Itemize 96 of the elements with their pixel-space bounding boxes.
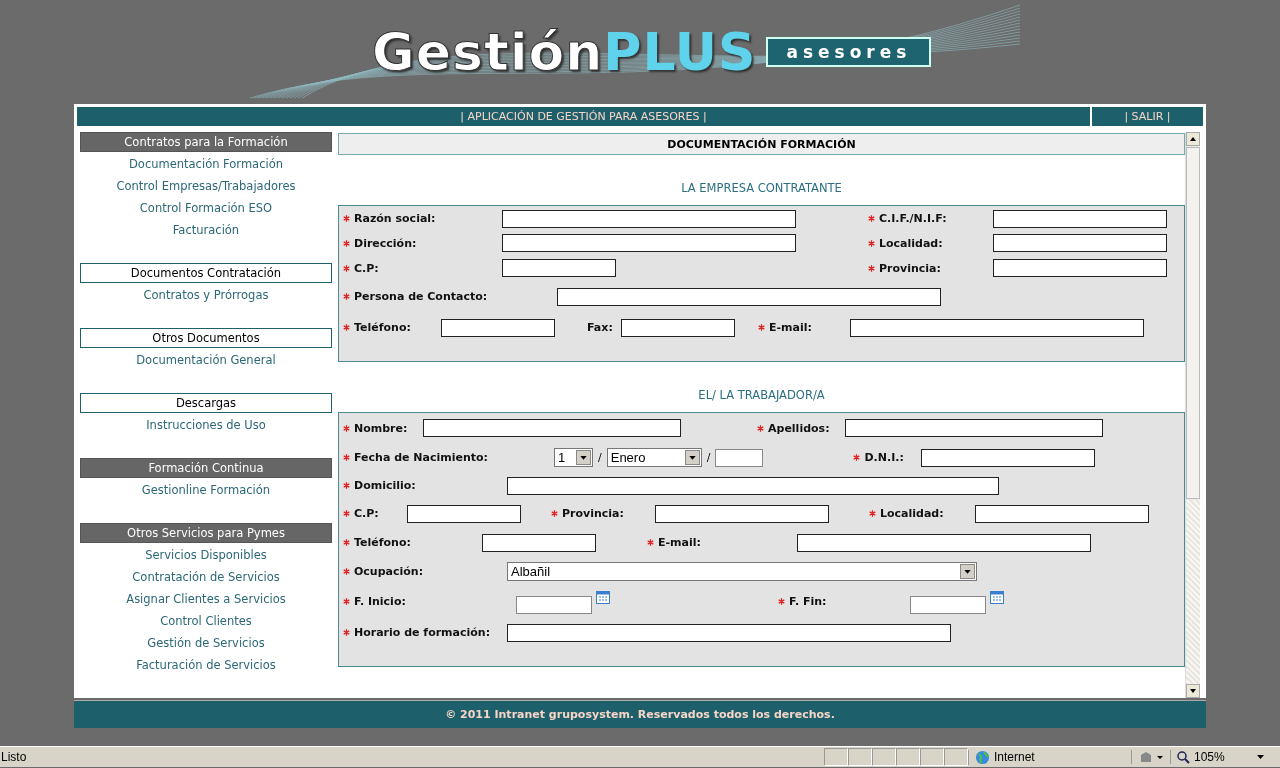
date-select[interactable]: Enero	[606, 448, 702, 467]
text-input[interactable]	[850, 318, 1144, 337]
field-label: Provincia:	[551, 507, 655, 520]
menu-link[interactable]: Gestionline Formación	[141, 479, 271, 501]
field-label: Ocupación:	[343, 565, 507, 578]
menu-link[interactable]: Gestión de Servicios	[147, 632, 265, 654]
menu-link[interactable]: Control Empresas/Trabajadores	[116, 175, 296, 197]
menu-link[interactable]: Instrucciones de Uso	[146, 414, 266, 436]
section-title: LA EMPRESA CONTRATANTE	[680, 180, 843, 197]
app-title-bar: | APLICACIÓN DE GESTIÓN PARA ASESORES |	[77, 107, 1090, 126]
text-input[interactable]	[502, 234, 796, 252]
menu-heading: Contratos para la Formación	[80, 132, 332, 152]
status-text: Listo	[0, 750, 28, 764]
year-input[interactable]	[715, 448, 764, 467]
field-label: F. Inicio:	[343, 595, 516, 608]
occupation-select[interactable]: Albañil	[507, 562, 977, 581]
text-input[interactable]	[502, 209, 796, 228]
menu-link[interactable]: Documentación General	[136, 349, 276, 371]
menu-heading: Descargas	[80, 393, 332, 413]
text-input[interactable]	[975, 504, 1149, 523]
menu-link[interactable]: Facturación	[172, 219, 240, 241]
status-pane	[920, 748, 944, 766]
text-input[interactable]	[502, 259, 616, 277]
panel-title: DOCUMENTACIÓN FORMACIÓN	[338, 133, 1185, 155]
field-label: C.P:	[343, 261, 502, 275]
field-label: F. Fin:	[778, 595, 910, 608]
date-separator: /	[598, 451, 602, 464]
calendar-icon[interactable]	[596, 589, 610, 604]
field-label: Razón social:	[343, 212, 502, 225]
date-input[interactable]	[516, 595, 592, 614]
field-label: Fecha de Nacimiento:	[343, 451, 554, 464]
text-input[interactable]	[655, 504, 829, 523]
status-pane	[944, 748, 968, 766]
field-label: Provincia:	[868, 261, 993, 275]
scrollbar[interactable]	[1185, 132, 1200, 698]
field-label: C.I.F./N.I.F:	[868, 212, 993, 225]
menu-link[interactable]: Documentación Formación	[129, 153, 283, 175]
text-input[interactable]	[797, 533, 1091, 552]
text-input[interactable]	[507, 623, 951, 642]
menu-heading: Otros Documentos	[80, 328, 332, 348]
field-label: C.P:	[343, 507, 407, 520]
field-label: Dirección:	[343, 236, 502, 250]
logo-badge: asesores	[766, 37, 932, 67]
text-input[interactable]	[423, 419, 681, 437]
menu-link[interactable]: Contratos y Prórrogas	[143, 284, 269, 306]
logout-link[interactable]: | SALIR |	[1092, 107, 1203, 126]
calendar-icon[interactable]	[990, 589, 1004, 604]
field-label: Domicilio:	[343, 479, 507, 492]
menu-link[interactable]: Contratación de Servicios	[132, 566, 280, 588]
status-pane	[896, 748, 920, 766]
text-input[interactable]	[482, 533, 596, 552]
field-label: Teléfono:	[343, 321, 441, 334]
field-label: Horario de formación:	[343, 626, 507, 639]
menu-link[interactable]: Asignar Clientes a Servicios	[126, 588, 286, 610]
date-select[interactable]: 1	[554, 448, 593, 467]
menu-heading: Formación Continua	[80, 458, 332, 478]
text-input[interactable]	[621, 318, 735, 337]
menu-link[interactable]: Servicios Disponibles	[145, 544, 267, 566]
text-input[interactable]	[557, 287, 941, 306]
field-label: E-mail:	[647, 536, 797, 549]
text-input[interactable]	[441, 318, 555, 337]
menu-link[interactable]: Facturación de Servicios	[136, 654, 276, 676]
status-pane	[872, 748, 896, 766]
globe-icon	[975, 749, 990, 765]
section-title: EL/ LA TRABAJADOR/A	[697, 387, 826, 404]
scrollbar-thumb[interactable]	[1186, 147, 1200, 499]
logo-text: PLUS	[603, 22, 757, 82]
magnifier-icon	[1177, 750, 1190, 764]
logo-text: Gestión	[372, 22, 604, 82]
field-label: D.N.I.:	[853, 451, 922, 464]
menu-heading: Otros Servicios para Pymes	[80, 523, 332, 543]
zone-text: Internet	[994, 750, 1035, 764]
menu-heading: Documentos Contratación	[80, 263, 332, 283]
date-input[interactable]	[910, 595, 986, 614]
text-input[interactable]	[993, 234, 1167, 252]
field-label: E-mail:	[758, 321, 850, 334]
text-input[interactable]	[921, 448, 1096, 467]
copyright-text: © 2011 Intranet gruposystem. Reservados todos los derechos.	[445, 708, 835, 721]
field-label: Fax:	[586, 321, 614, 334]
text-input[interactable]	[993, 209, 1167, 228]
status-pane	[848, 748, 872, 766]
text-input[interactable]	[407, 504, 521, 523]
zoom-control[interactable]: 105%	[1170, 750, 1253, 764]
text-input[interactable]	[993, 259, 1167, 277]
date-separator: /	[706, 451, 711, 464]
field-label: Teléfono:	[343, 536, 482, 549]
field-label: Localidad:	[869, 507, 975, 520]
text-input[interactable]	[845, 419, 1103, 437]
field-label: Nombre:	[343, 421, 423, 435]
menu-link[interactable]: Control Formación ESO	[139, 197, 273, 219]
menu-link[interactable]: Control Clientes	[160, 610, 252, 632]
field-label: Apellidos:	[757, 421, 845, 435]
status-pane	[824, 748, 848, 766]
field-label: Localidad:	[868, 236, 993, 250]
text-input[interactable]	[507, 476, 999, 495]
field-label: Persona de Contacto:	[343, 290, 557, 303]
